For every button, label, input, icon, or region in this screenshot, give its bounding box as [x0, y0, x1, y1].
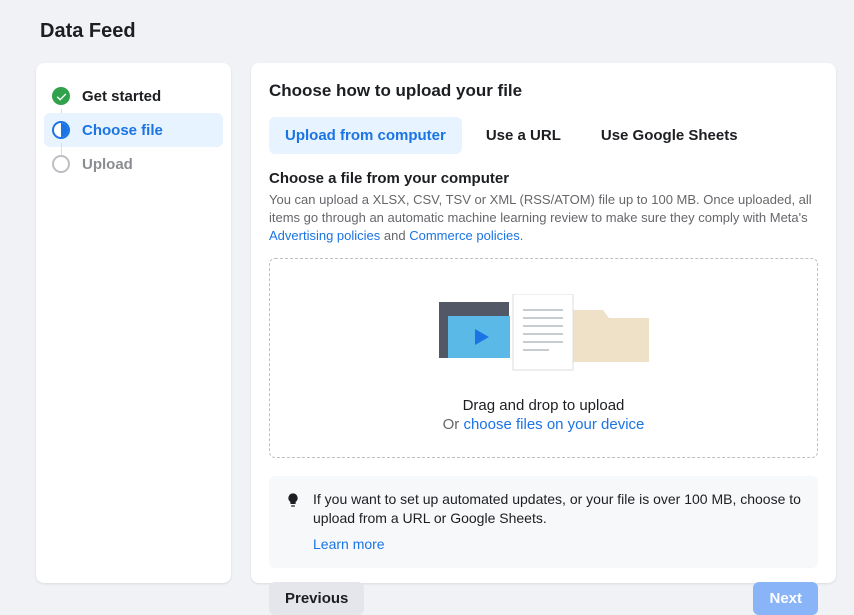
- step-choose-file[interactable]: Choose file: [44, 113, 223, 147]
- lightbulb-icon: [285, 492, 301, 508]
- learn-more-link[interactable]: Learn more: [313, 535, 385, 555]
- tab-use-url[interactable]: Use a URL: [470, 117, 577, 154]
- check-icon: [52, 87, 70, 105]
- page-title: Data Feed: [0, 0, 854, 43]
- step-get-started[interactable]: Get started: [44, 79, 223, 113]
- main-panel: Choose how to upload your file Upload fr…: [251, 63, 836, 583]
- next-button[interactable]: Next: [753, 582, 818, 615]
- section-description: You can upload a XLSX, CSV, TSV or XML (…: [269, 191, 818, 246]
- half-circle-icon: [52, 121, 70, 139]
- upload-method-tabs: Upload from computer Use a URL Use Googl…: [269, 117, 818, 154]
- tab-use-google-sheets[interactable]: Use Google Sheets: [585, 117, 754, 154]
- dropzone-subtext: Or choose files on your device: [290, 416, 797, 433]
- step-label: Get started: [82, 88, 161, 105]
- choose-files-link[interactable]: choose files on your device: [463, 416, 644, 433]
- commerce-policies-link[interactable]: Commerce policies: [409, 228, 520, 243]
- step-label: Upload: [82, 156, 133, 173]
- info-box: If you want to set up automated updates,…: [269, 476, 818, 569]
- info-content: If you want to set up automated updates,…: [313, 490, 802, 555]
- step-upload[interactable]: Upload: [44, 147, 223, 181]
- footer-actions: Previous Next: [269, 582, 818, 615]
- advertising-policies-link[interactable]: Advertising policies: [269, 228, 380, 243]
- panel-title: Choose how to upload your file: [269, 81, 818, 101]
- step-sidebar: Get started Choose file Upload: [36, 63, 231, 583]
- dropzone-text: Drag and drop to upload: [290, 397, 797, 414]
- upload-illustration: [290, 289, 797, 379]
- file-dropzone[interactable]: Drag and drop to upload Or choose files …: [269, 258, 818, 458]
- circle-icon: [52, 155, 70, 173]
- section-title: Choose a file from your computer: [269, 170, 818, 187]
- previous-button[interactable]: Previous: [269, 582, 364, 615]
- step-label: Choose file: [82, 122, 163, 139]
- tab-upload-from-computer[interactable]: Upload from computer: [269, 117, 462, 154]
